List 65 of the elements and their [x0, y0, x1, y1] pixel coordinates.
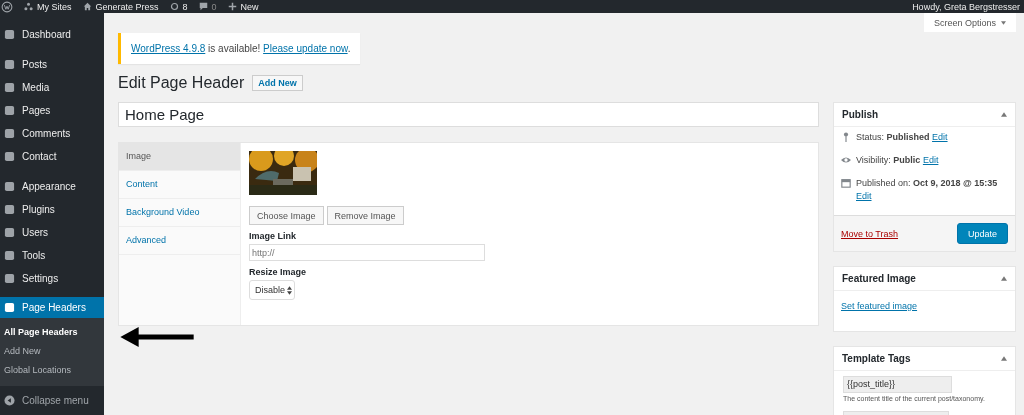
image-link-field[interactable]: http://	[249, 244, 485, 261]
image-button[interactable]: Choose Image	[249, 206, 324, 225]
user-greeting[interactable]: Howdy, Greta Bergstresser	[912, 1, 1020, 12]
wordpress-logo-icon[interactable]	[1, 0, 13, 13]
menu-item[interactable]: Tools	[0, 244, 104, 267]
refresh-icon	[169, 2, 179, 11]
menu-item[interactable]: Pages	[0, 99, 104, 122]
plus-icon	[227, 2, 237, 11]
field-label: Resize Image	[249, 267, 307, 277]
tab[interactable]: Image	[119, 143, 240, 171]
menu-item[interactable]: Media	[0, 76, 104, 99]
notice-link[interactable]: WordPress 4.9.8	[131, 43, 206, 54]
menu-item[interactable]: Page Headers	[0, 297, 104, 318]
collapse-arrow-icon[interactable]	[1001, 276, 1007, 281]
up-down-icon	[287, 285, 292, 295]
submenu-item[interactable]: Add New	[0, 342, 104, 361]
menu-item[interactable]: Users	[0, 221, 104, 244]
notice-text: WordPress 4.9.8 is available! Please update now.	[131, 43, 351, 54]
admin-bar-item[interactable]: Generate Press	[82, 1, 159, 12]
admin-bar-item[interactable]: 8	[169, 1, 188, 12]
submenu-item[interactable]: Global Locations	[0, 361, 104, 380]
menu-item[interactable]: Comments	[0, 122, 104, 145]
collapse-icon	[4, 395, 15, 406]
calendar-icon	[841, 178, 851, 188]
collapse-menu-button[interactable]: Collapse menu	[0, 389, 104, 412]
set-featured-image-link[interactable]: Set featured image	[841, 301, 918, 311]
edit-link[interactable]: Edit	[856, 191, 872, 201]
caret-icon	[1001, 20, 1006, 25]
edit-link[interactable]: Edit	[932, 132, 948, 142]
submenu-item[interactable]: All Page Headers	[0, 323, 104, 342]
edit-link[interactable]: Edit	[922, 155, 939, 165]
notice-link[interactable]: Please update now	[263, 43, 348, 54]
network-icon	[24, 2, 33, 11]
menu-item[interactable]: Posts	[0, 53, 104, 76]
tab[interactable]: Advanced	[119, 227, 240, 255]
box-title: Template Tags	[842, 353, 911, 364]
resize-select[interactable]: Disable	[249, 280, 295, 300]
menu-item[interactable]: Dashboard	[0, 23, 104, 46]
menu-item[interactable]: Contact	[0, 145, 104, 168]
admin-bar-item[interactable]: 0	[198, 1, 217, 12]
field-label: Image Link	[249, 231, 296, 241]
menu-item[interactable]: Settings	[0, 267, 104, 290]
eye-icon	[841, 155, 851, 165]
image-button[interactable]: Remove Image	[326, 206, 404, 225]
box-title: Publish	[842, 109, 879, 120]
publish-detail: Status: Published Edit	[856, 131, 948, 144]
title-field[interactable]: Home Page	[118, 102, 819, 127]
collapse-arrow-icon[interactable]	[1001, 112, 1007, 117]
box-title: Featured Image	[842, 273, 916, 284]
admin-bar-item[interactable]: My Sites	[24, 1, 72, 12]
move-to-trash-link[interactable]: Move to Trash	[841, 228, 899, 239]
tab[interactable]: Content	[119, 171, 240, 199]
update-button[interactable]: Update	[956, 223, 1008, 244]
add-new-button[interactable]: Add New	[252, 75, 303, 91]
page-title: Edit Page Header	[118, 74, 245, 92]
menu-item[interactable]: Plugins	[0, 198, 104, 221]
screen-options-button[interactable]: Screen Options	[923, 13, 1016, 32]
home-icon	[82, 2, 92, 11]
publish-detail: Visibility: Public Edit	[856, 154, 939, 167]
tag-field[interactable]: {{post_title}}	[843, 376, 952, 393]
menu-item[interactable]: Appearance	[0, 175, 104, 198]
publish-detail: Published on: Oct 9, 2018 @ 15:35 Edit	[856, 177, 999, 203]
collapse-arrow-icon[interactable]	[1001, 356, 1007, 361]
admin-bar-item[interactable]: New	[227, 1, 259, 12]
tab[interactable]: Background Video	[119, 199, 240, 227]
